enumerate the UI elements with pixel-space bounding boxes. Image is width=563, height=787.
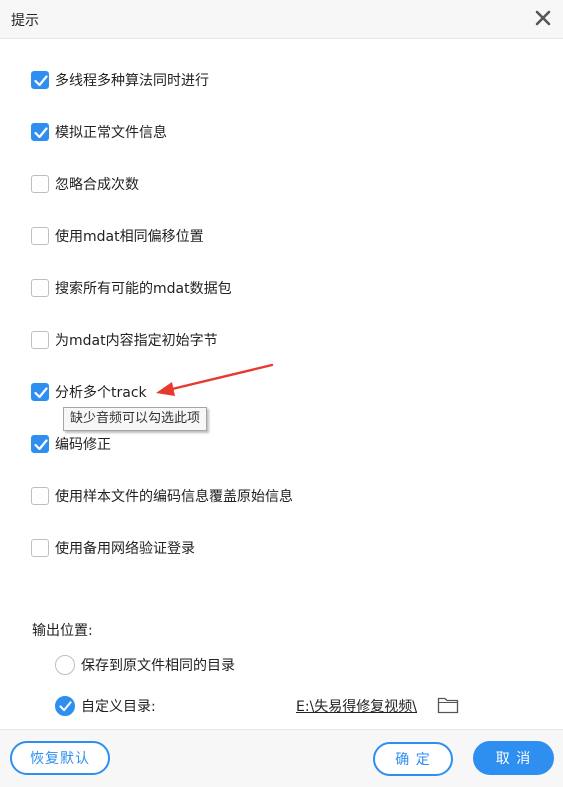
option-label: 使用mdat相同偏移位置	[55, 229, 204, 245]
option-sample-encoding-override[interactable]: 使用样本文件的编码信息覆盖原始信息	[31, 485, 293, 507]
option-label: 分析多个track	[55, 385, 147, 401]
checkbox-encoding-fix[interactable]	[31, 435, 49, 453]
dialog-title: 提示	[11, 13, 39, 29]
output-section-label: 输出位置:	[32, 623, 93, 639]
checkbox-multithread[interactable]	[31, 71, 49, 89]
annotation-arrow-icon	[156, 363, 274, 396]
restore-defaults-button[interactable]: 恢复默认	[10, 741, 110, 775]
radio-custom-directory-row[interactable]: 自定义目录:	[55, 695, 156, 717]
option-label: 多线程多种算法同时进行	[55, 73, 209, 89]
option-label: 编码修正	[55, 437, 111, 453]
custom-path-link[interactable]: E:\失易得修复视频\	[296, 696, 417, 716]
radio-label: 自定义目录:	[81, 699, 156, 715]
checkbox-search-mdat-packets[interactable]	[31, 279, 49, 297]
radio-custom-directory[interactable]	[55, 696, 75, 716]
close-icon[interactable]	[533, 8, 553, 28]
tooltip: 缺少音频可以勾选此项	[63, 407, 208, 431]
folder-icon[interactable]	[437, 696, 459, 718]
radio-same-directory[interactable]	[55, 655, 75, 675]
checkbox-analyze-multiple-tracks[interactable]	[31, 383, 49, 401]
check-icon	[34, 439, 48, 451]
checkbox-sample-encoding-override[interactable]	[31, 487, 49, 505]
checkbox-backup-network-login[interactable]	[31, 539, 49, 557]
check-icon	[34, 127, 48, 139]
checkbox-mdat-initial-bytes[interactable]	[31, 331, 49, 349]
option-encoding-fix[interactable]: 编码修正	[31, 433, 111, 455]
check-icon	[34, 387, 48, 399]
option-search-mdat-packets[interactable]: 搜索所有可能的mdat数据包	[31, 277, 232, 299]
option-label: 模拟正常文件信息	[55, 125, 167, 141]
option-label: 使用样本文件的编码信息覆盖原始信息	[55, 489, 293, 505]
option-label: 使用备用网络验证登录	[55, 541, 195, 557]
cancel-button[interactable]: 取 消	[473, 741, 554, 775]
radio-label: 保存到原文件相同的目录	[81, 658, 235, 674]
radio-same-directory-row[interactable]: 保存到原文件相同的目录	[55, 654, 235, 676]
option-multithread[interactable]: 多线程多种算法同时进行	[31, 69, 209, 91]
option-label: 搜索所有可能的mdat数据包	[55, 281, 232, 297]
check-icon	[34, 75, 48, 87]
checkbox-simulate-file-info[interactable]	[31, 123, 49, 141]
check-icon	[59, 701, 72, 712]
option-backup-network-login[interactable]: 使用备用网络验证登录	[31, 537, 195, 559]
title-bar: 提示	[0, 0, 563, 39]
dialog-footer: 恢复默认 确 定 取 消	[0, 729, 563, 787]
option-mdat-same-offset[interactable]: 使用mdat相同偏移位置	[31, 225, 204, 247]
option-simulate-file-info[interactable]: 模拟正常文件信息	[31, 121, 167, 143]
option-analyze-multiple-tracks[interactable]: 分析多个track	[31, 381, 147, 403]
option-label: 为mdat内容指定初始字节	[55, 333, 218, 349]
checkbox-ignore-synthesis-count[interactable]	[31, 175, 49, 193]
option-ignore-synthesis-count[interactable]: 忽略合成次数	[31, 173, 139, 195]
option-label: 忽略合成次数	[55, 177, 139, 193]
option-mdat-initial-bytes[interactable]: 为mdat内容指定初始字节	[31, 329, 218, 351]
ok-button[interactable]: 确 定	[373, 742, 453, 776]
checkbox-mdat-same-offset[interactable]	[31, 227, 49, 245]
